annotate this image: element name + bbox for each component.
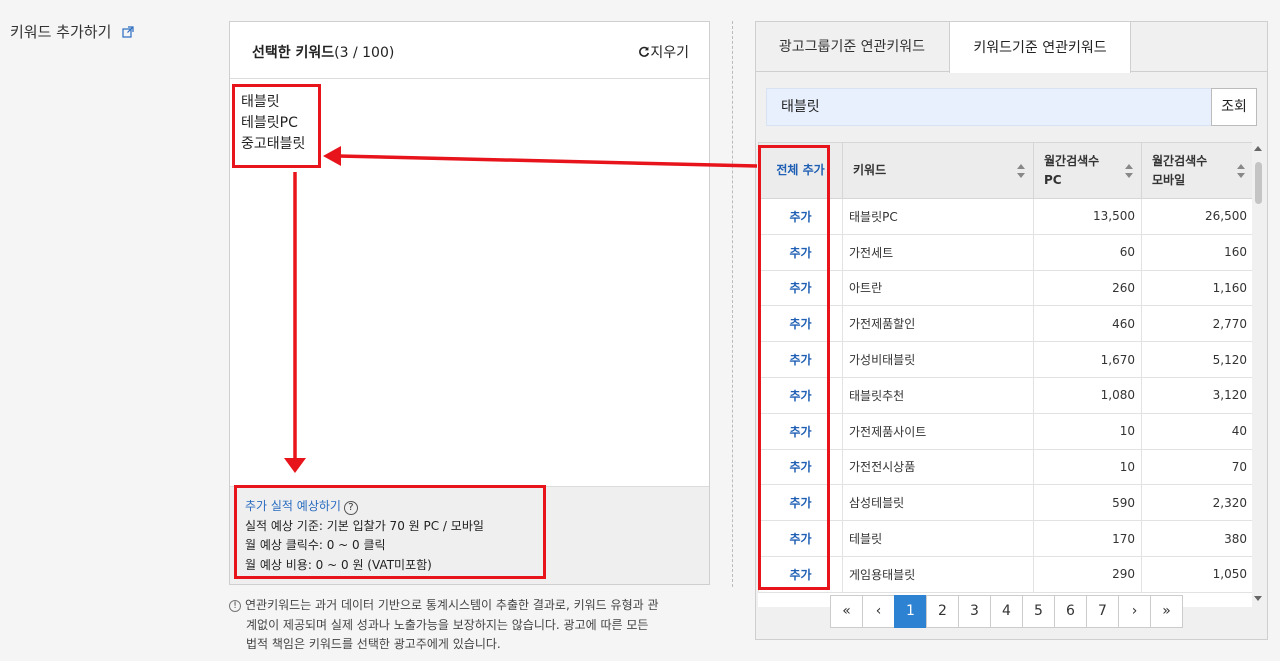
arrowhead-down (284, 458, 306, 473)
annotation-arrows (284, 146, 758, 473)
arrow-to-selected (337, 154, 758, 168)
arrowhead-left (323, 146, 341, 166)
